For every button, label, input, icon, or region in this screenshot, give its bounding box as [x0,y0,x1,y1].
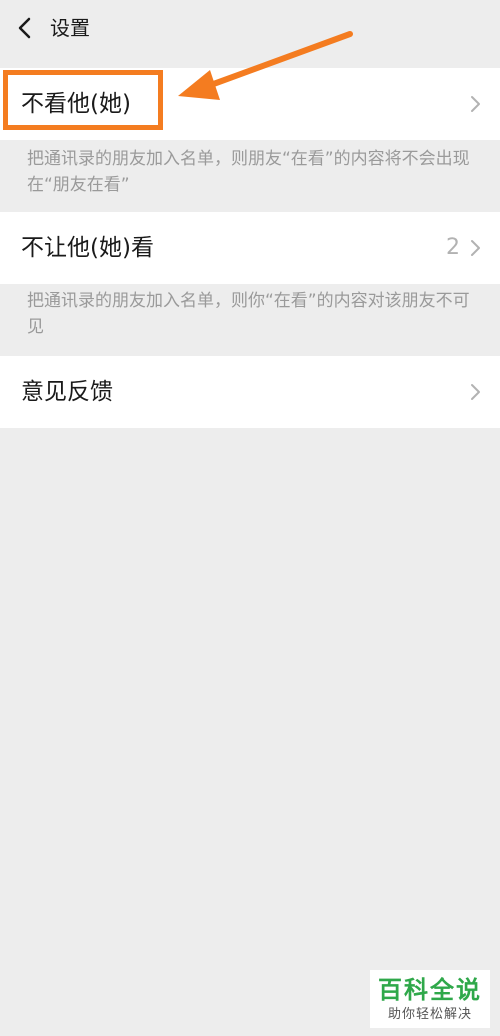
chevron-right-icon [471,240,480,256]
highlight-box [3,70,163,130]
row-description: 把通讯录的朋友加入名单，则你“在看”的内容对该朋友不可见 [27,291,470,337]
row-hide-my-moments[interactable]: 不让他(她)看 2 [0,212,500,284]
row-description: 把通讯录的朋友加入名单，则朋友“在看”的内容将不会出现在“朋友在看” [27,149,470,195]
watermark-title: 百科全说 [378,976,482,1004]
chevron-right-icon [471,96,480,112]
page-title: 设置 [50,16,90,40]
row-label: 不让他(她)看 [21,235,154,261]
chevron-right-icon [471,384,480,400]
count-badge: 2 [446,235,460,260]
row-label: 意见反馈 [21,379,113,405]
watermark-subtitle: 助你轻松解决 [387,1007,472,1022]
watermark-logo: 百科全说 助你轻松解决 [370,970,490,1028]
back-arrow-icon[interactable] [16,16,36,40]
annotation-arrow-icon [178,31,353,100]
row-feedback[interactable]: 意见反馈 [0,356,500,428]
